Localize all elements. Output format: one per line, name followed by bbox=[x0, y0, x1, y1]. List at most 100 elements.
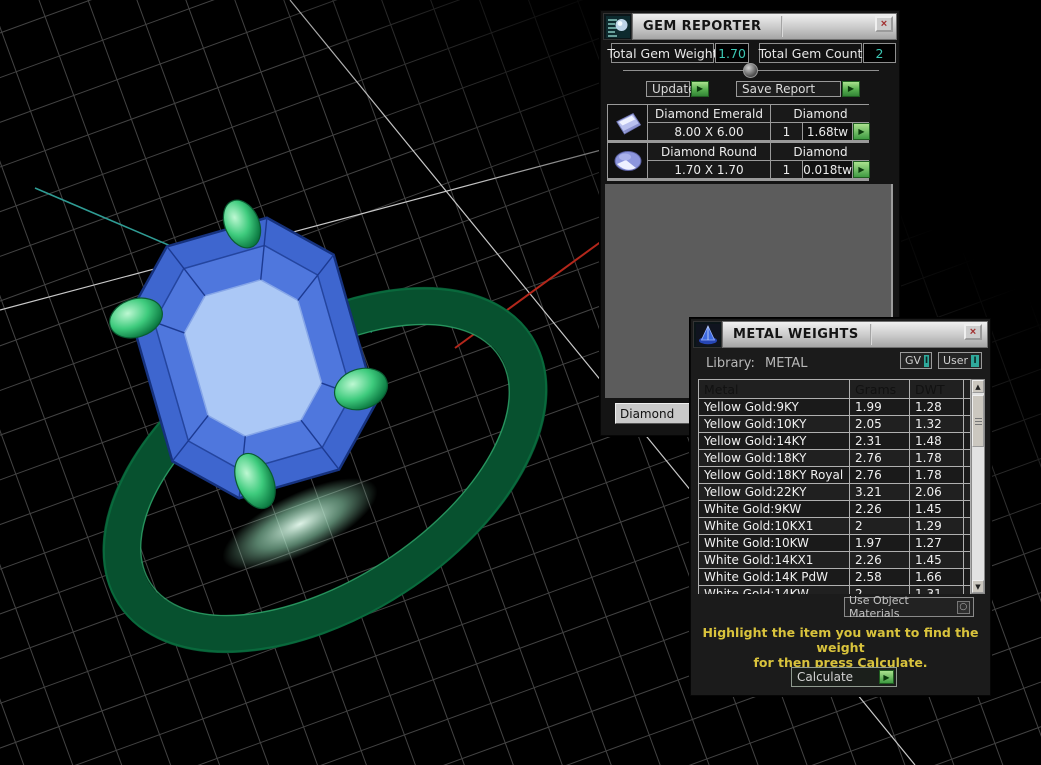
metal-name-cell: Yellow Gold:18KY bbox=[699, 450, 849, 466]
col-dwt: DWT bbox=[910, 380, 963, 398]
filler-cell bbox=[964, 552, 970, 568]
gem-list-row-round[interactable]: Diamond Round 1.70 X 1.70 Diamond 1 0.01… bbox=[607, 142, 870, 181]
metal-name-cell: White Gold:9KW bbox=[699, 501, 849, 517]
metal-table-body: Metal Grams DWT Yellow Gold:9KY 1.99 1.28 Y… bbox=[698, 379, 971, 594]
metal-name-cell: Yellow Gold:14KY bbox=[699, 433, 849, 449]
radio-circle-icon: ○ bbox=[956, 600, 970, 614]
gem-count: 1 bbox=[771, 123, 802, 140]
table-row[interactable]: White Gold:14KX1 2.26 1.45 bbox=[699, 552, 970, 568]
metal-name-cell: Yellow Gold:9KY bbox=[699, 399, 849, 415]
save-report-run-icon[interactable]: ▶ bbox=[842, 81, 860, 97]
gv-indicator: I bbox=[924, 354, 929, 367]
gem-material: Diamond bbox=[771, 105, 870, 122]
filler-cell bbox=[964, 501, 970, 517]
total-gem-count-value: 2 bbox=[863, 43, 896, 63]
gem-name: Diamond Emerald bbox=[648, 105, 770, 122]
panel-title: GEM REPORTER bbox=[643, 19, 762, 34]
gem-weight: 0.018tw bbox=[803, 161, 852, 178]
scrollbar-thumb[interactable] bbox=[972, 395, 984, 447]
grams-cell: 1.99 bbox=[850, 399, 909, 415]
dwt-cell: 1.27 bbox=[910, 535, 963, 551]
filler-cell bbox=[964, 518, 970, 534]
metal-name-cell: White Gold:10KX1 bbox=[699, 518, 849, 534]
gem-count: 1 bbox=[771, 161, 802, 178]
metal-name-cell: Yellow Gold:18KY Royal bbox=[699, 467, 849, 483]
calculate-run-icon[interactable]: ▶ bbox=[879, 670, 894, 684]
panel-title: METAL WEIGHTS bbox=[733, 327, 859, 342]
library-label: Library: METAL bbox=[706, 356, 808, 371]
grams-cell: 2.76 bbox=[850, 467, 909, 483]
filler-cell bbox=[964, 569, 970, 585]
grams-cell: 2.31 bbox=[850, 433, 909, 449]
gem-material: Diamond bbox=[771, 143, 870, 160]
table-row[interactable]: White Gold:14KW 2 1.31 bbox=[699, 586, 970, 594]
grams-cell: 2.26 bbox=[850, 552, 909, 568]
dwt-cell: 1.78 bbox=[910, 450, 963, 466]
filler-cell bbox=[964, 450, 970, 466]
dwt-cell: 1.45 bbox=[910, 552, 963, 568]
table-row[interactable]: Yellow Gold:18KY 2.76 1.78 bbox=[699, 450, 970, 466]
dwt-cell: 1.48 bbox=[910, 433, 963, 449]
use-object-materials-label: Use Object Materials bbox=[849, 594, 909, 620]
metal-name-cell: White Gold:14KX1 bbox=[699, 552, 849, 568]
filler-cell bbox=[964, 484, 970, 500]
gem-list-row-emerald[interactable]: Diamond Emerald 8.00 X 6.00 Diamond 1 1.… bbox=[607, 104, 870, 143]
table-row[interactable]: White Gold:10KW 1.97 1.27 bbox=[699, 535, 970, 551]
gem-goto-icon[interactable]: ▶ bbox=[853, 123, 870, 140]
scroll-up-icon[interactable]: ▲ bbox=[972, 380, 984, 393]
gv-toggle-button[interactable]: GV I bbox=[900, 352, 932, 369]
gem-size: 8.00 X 6.00 bbox=[648, 123, 770, 140]
update-button[interactable]: Update bbox=[646, 81, 695, 97]
table-row[interactable]: Yellow Gold:10KY 2.05 1.32 bbox=[699, 416, 970, 432]
save-report-button[interactable]: Save Report bbox=[736, 81, 841, 97]
table-row[interactable]: Yellow Gold:22KY 3.21 2.06 bbox=[699, 484, 970, 500]
dwt-cell: 1.29 bbox=[910, 518, 963, 534]
dwt-cell: 2.06 bbox=[910, 484, 963, 500]
user-indicator: I bbox=[971, 354, 979, 367]
table-row[interactable]: White Gold:14K PdW 2.58 1.66 bbox=[699, 569, 970, 585]
metal-name-cell: Yellow Gold:10KY bbox=[699, 416, 849, 432]
total-gem-weight-label: Total Gem Weight bbox=[607, 43, 718, 63]
instruction-text: Highlight the item you want to find the … bbox=[702, 625, 979, 670]
close-icon[interactable]: × bbox=[875, 16, 893, 32]
grams-cell: 2.26 bbox=[850, 501, 909, 517]
metal-weights-titlebar[interactable]: METAL WEIGHTS × bbox=[693, 321, 988, 348]
gem-weight: 1.68tw bbox=[803, 123, 852, 140]
table-row[interactable]: Yellow Gold:18KY Royal 2.76 1.78 bbox=[699, 467, 970, 483]
filler-cell bbox=[964, 399, 970, 415]
metal-name-cell: White Gold:14KW bbox=[699, 586, 849, 594]
calculate-button[interactable]: Calculate ▶ bbox=[791, 667, 897, 687]
gem-reporter-icon bbox=[603, 13, 632, 40]
close-icon[interactable]: × bbox=[964, 324, 982, 340]
table-row[interactable]: Yellow Gold:9KY 1.99 1.28 bbox=[699, 399, 970, 415]
gem-goto-icon[interactable]: ▶ bbox=[853, 161, 870, 178]
gem-reporter-titlebar[interactable]: GEM REPORTER × bbox=[603, 13, 897, 40]
use-object-materials-toggle[interactable]: Use Object Materials ○ bbox=[844, 594, 974, 620]
round-gem-icon bbox=[608, 143, 647, 178]
col-metal: Metal bbox=[699, 380, 849, 398]
dwt-cell: 1.66 bbox=[910, 569, 963, 585]
grams-cell: 3.21 bbox=[850, 484, 909, 500]
table-row[interactable]: Yellow Gold:14KY 2.31 1.48 bbox=[699, 433, 970, 449]
metal-weights-icon bbox=[693, 321, 722, 348]
grams-cell: 2.76 bbox=[850, 450, 909, 466]
table-header-row: Metal Grams DWT bbox=[699, 380, 970, 398]
scrollbar[interactable]: ▲ ▼ bbox=[971, 379, 985, 594]
total-gem-weight-value: 1.70 bbox=[715, 43, 749, 63]
table-row[interactable]: White Gold:9KW 2.26 1.45 bbox=[699, 501, 970, 517]
update-run-icon[interactable]: ▶ bbox=[691, 81, 709, 97]
scroll-down-icon[interactable]: ▼ bbox=[972, 580, 984, 593]
table-row[interactable]: White Gold:10KX1 2 1.29 bbox=[699, 518, 970, 534]
user-toggle-button[interactable]: User I bbox=[938, 352, 982, 369]
gem-size: 1.70 X 1.70 bbox=[648, 161, 770, 178]
user-label: User bbox=[943, 354, 969, 367]
metal-weights-panel: METAL WEIGHTS × Library: METAL GV I User… bbox=[690, 318, 991, 696]
calculate-label: Calculate bbox=[797, 670, 854, 684]
grams-cell: 1.97 bbox=[850, 535, 909, 551]
slider-knob[interactable] bbox=[743, 63, 758, 78]
metal-name-cell: Yellow Gold:22KY bbox=[699, 484, 849, 500]
filler-cell bbox=[964, 467, 970, 483]
col-grams: Grams bbox=[850, 380, 909, 398]
filler-cell bbox=[964, 433, 970, 449]
titlebar-divider bbox=[781, 16, 783, 37]
